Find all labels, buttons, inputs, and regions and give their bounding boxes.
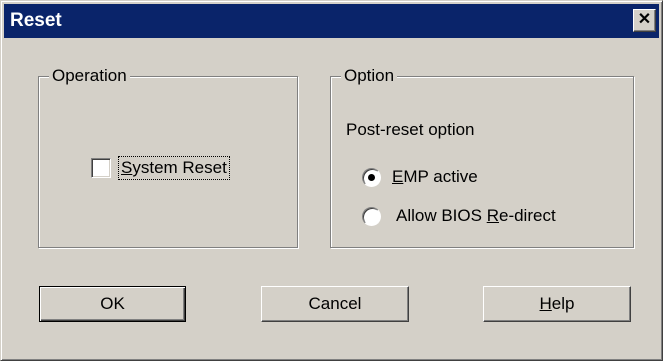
option-group-label: Option bbox=[341, 65, 398, 87]
allow-bios-redirect-label[interactable]: Allow BIOS Re-direct bbox=[396, 205, 556, 227]
operation-group: Operation System Reset bbox=[38, 65, 298, 248]
radio-selected-dot bbox=[368, 173, 375, 181]
close-icon: ✕ bbox=[637, 11, 652, 28]
option-group: Option Post-reset option EMP active Allo… bbox=[330, 65, 634, 248]
window-title: Reset bbox=[10, 10, 62, 31]
operation-group-label: Operation bbox=[49, 65, 130, 87]
title-bar[interactable]: Reset ✕ bbox=[4, 4, 659, 38]
system-reset-label[interactable]: System Reset bbox=[118, 156, 230, 180]
system-reset-checkbox-row[interactable]: System Reset bbox=[91, 156, 230, 180]
radio-allow-bios-redirect[interactable]: Allow BIOS Re-direct bbox=[362, 205, 556, 227]
emp-active-label[interactable]: EMP active bbox=[392, 166, 478, 188]
reset-dialog: Reset ✕ Operation System Reset Option Po… bbox=[0, 0, 663, 361]
emp-active-radio[interactable] bbox=[362, 167, 381, 187]
post-reset-option-heading: Post-reset option bbox=[346, 120, 475, 139]
system-reset-checkbox[interactable] bbox=[91, 158, 111, 178]
help-button[interactable]: Help bbox=[483, 286, 631, 322]
radio-emp-active[interactable]: EMP active bbox=[362, 166, 478, 188]
cancel-button[interactable]: Cancel bbox=[261, 286, 409, 322]
close-button[interactable]: ✕ bbox=[633, 9, 656, 32]
allow-bios-redirect-radio[interactable] bbox=[362, 206, 381, 226]
ok-button[interactable]: OK bbox=[39, 286, 186, 322]
